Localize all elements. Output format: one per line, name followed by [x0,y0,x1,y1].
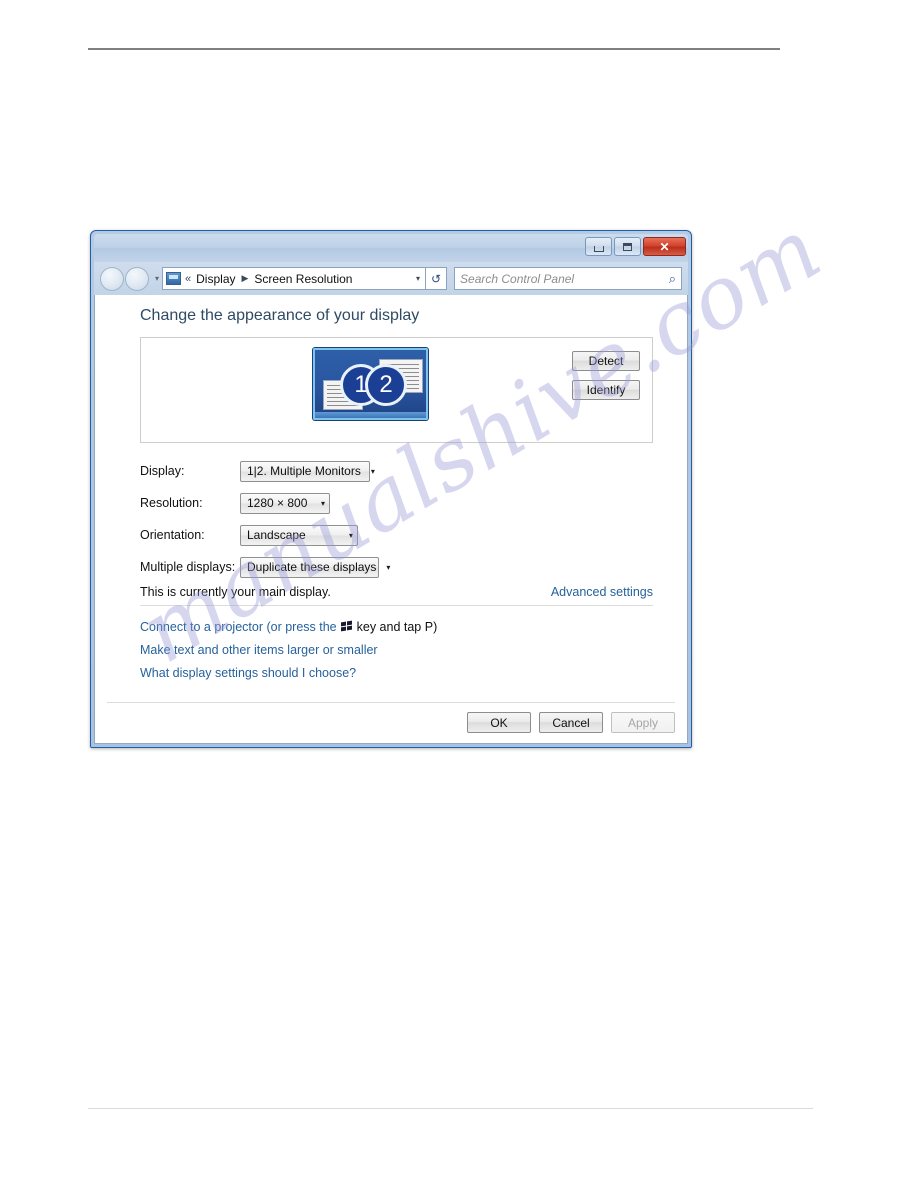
screen-resolution-window: ✕ ▾ « Display ▶ Screen Resolution ▾ ↺ Se… [90,230,692,748]
main-display-note: This is currently your main display. [140,585,331,599]
multiple-displays-select[interactable]: Duplicate these displays ▾ [240,556,390,578]
resolution-select[interactable]: 1280 × 800 ▾ [240,492,330,514]
dialog-footer: OK Cancel Apply [107,702,675,733]
search-icon: ⌕ [668,270,676,286]
back-button[interactable] [100,266,124,291]
search-input[interactable]: Search Control Panel ⌕ [454,267,682,290]
breadcrumb-display[interactable]: Display [196,272,235,286]
refresh-icon: ↺ [430,271,442,286]
page-title: Change the appearance of your display [140,307,420,324]
multiple-displays-label: Multiple displays: [140,560,236,574]
resolution-label: Resolution: [140,496,203,510]
main-display-row: This is currently your main display. Adv… [140,585,653,606]
form-row-resolution: Resolution: 1280 × 800 ▾ [140,487,653,519]
breadcrumb-overflow-icon[interactable]: « [185,273,191,285]
minimize-button[interactable] [585,237,612,256]
help-links: Connect to a projector (or press the key… [140,615,653,684]
minimize-icon [593,245,604,252]
what-display-settings-label: What display settings should I choose? [140,665,357,680]
address-bar: ▾ « Display ▶ Screen Resolution ▾ ↺ Sear… [94,262,688,295]
connect-projector-link[interactable]: Connect to a projector (or press the key… [140,615,653,638]
orientation-label: Orientation: [140,528,205,542]
chevron-down-icon: ▾ [386,562,391,572]
settings-form: Display: 1|2. Multiple Monitors ▾ Resolu… [140,455,653,583]
orientation-select-value: Landscape [247,528,306,542]
monitor-preview[interactable]: 1 2 [313,348,428,420]
breadcrumb-separator-icon: ▶ [241,273,249,283]
chevron-down-icon: ▾ [320,498,325,508]
form-row-display: Display: 1|2. Multiple Monitors ▾ [140,455,653,487]
refresh-button[interactable]: ↺ [426,267,448,290]
form-row-multiple-displays: Multiple displays: Duplicate these displ… [140,551,653,583]
make-text-larger-link[interactable]: Make text and other items larger or smal… [140,638,653,661]
maximize-button[interactable] [614,237,641,256]
nav-buttons [100,266,149,291]
what-display-settings-link[interactable]: What display settings should I choose? [140,661,653,684]
connect-projector-prefix: Connect to a projector (or press the [140,619,337,634]
multiple-displays-select-value: Duplicate these displays [247,560,377,574]
close-button[interactable]: ✕ [643,237,686,256]
page-rule-top [88,48,780,50]
chevron-down-icon: ▾ [348,530,353,540]
forward-button[interactable] [125,266,149,291]
maximize-icon [623,242,632,251]
address-input[interactable]: « Display ▶ Screen Resolution ▾ [162,267,427,290]
window-controls: ✕ [585,237,686,256]
recent-pages-caret-icon[interactable]: ▾ [155,274,159,283]
windows-key-icon [340,620,353,632]
breadcrumb-screen-resolution[interactable]: Screen Resolution [254,272,352,286]
display-select-value: 1|2. Multiple Monitors [247,464,361,478]
orientation-select[interactable]: Landscape ▾ [240,524,358,546]
title-bar: ✕ [94,234,688,262]
advanced-settings-link[interactable]: Advanced settings [551,585,653,599]
form-row-orientation: Orientation: Landscape ▾ [140,519,653,551]
identify-button[interactable]: Identify [572,380,640,400]
display-label: Display: [140,464,185,478]
content-area: Change the appearance of your display 1 … [94,295,688,744]
monitor-number-badge-2[interactable]: 2 [365,364,407,406]
chevron-down-icon: ▾ [370,466,375,476]
make-text-larger-label: Make text and other items larger or smal… [140,642,378,657]
address-chevron-down-icon[interactable]: ▾ [416,274,422,283]
search-placeholder: Search Control Panel [460,271,575,286]
cancel-button[interactable]: Cancel [539,712,603,733]
page-rule-bottom [88,1108,813,1109]
window-inner: ✕ ▾ « Display ▶ Screen Resolution ▾ ↺ Se… [94,234,688,744]
resolution-select-value: 1280 × 800 [247,496,308,510]
display-select[interactable]: 1|2. Multiple Monitors ▾ [240,460,375,482]
preview-actions: Detect Identify [572,351,640,400]
display-preview-panel: 1 2 Detect Identify [140,337,653,443]
close-icon: ✕ [659,239,670,254]
apply-button: Apply [611,712,675,733]
ok-button[interactable]: OK [467,712,531,733]
preview-taskbar [315,412,426,418]
display-monitor-icon [166,272,182,285]
detect-button[interactable]: Detect [572,351,640,371]
connect-projector-suffix: key and tap P) [356,619,438,634]
